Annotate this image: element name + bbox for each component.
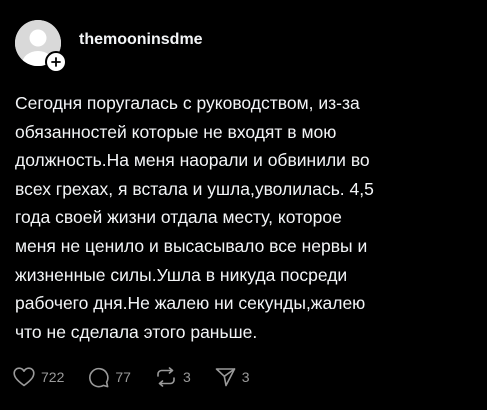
like-button[interactable]: 722 <box>13 367 64 387</box>
follow-plus-icon[interactable] <box>45 51 67 73</box>
comment-button[interactable]: 77 <box>88 367 131 388</box>
thread-post: themooninsdme Сегодня поругалась с руков… <box>0 0 487 410</box>
repost-icon <box>157 367 175 387</box>
heart-icon <box>13 367 35 387</box>
username[interactable]: themooninsdme <box>79 31 203 49</box>
comment-count: 77 <box>115 369 131 385</box>
repost-button[interactable]: 3 <box>155 367 191 387</box>
share-button[interactable]: 3 <box>215 367 250 387</box>
send-icon <box>215 368 236 387</box>
action-bar: 722 77 3 3 <box>13 363 274 391</box>
share-count: 3 <box>241 369 250 385</box>
like-count: 722 <box>41 369 65 385</box>
post-text: Сегодня поругалась с руководством, из-за… <box>15 93 374 342</box>
repost-count: 3 <box>182 369 191 385</box>
avatar[interactable] <box>15 20 67 73</box>
comment-bubble-icon <box>89 367 109 387</box>
